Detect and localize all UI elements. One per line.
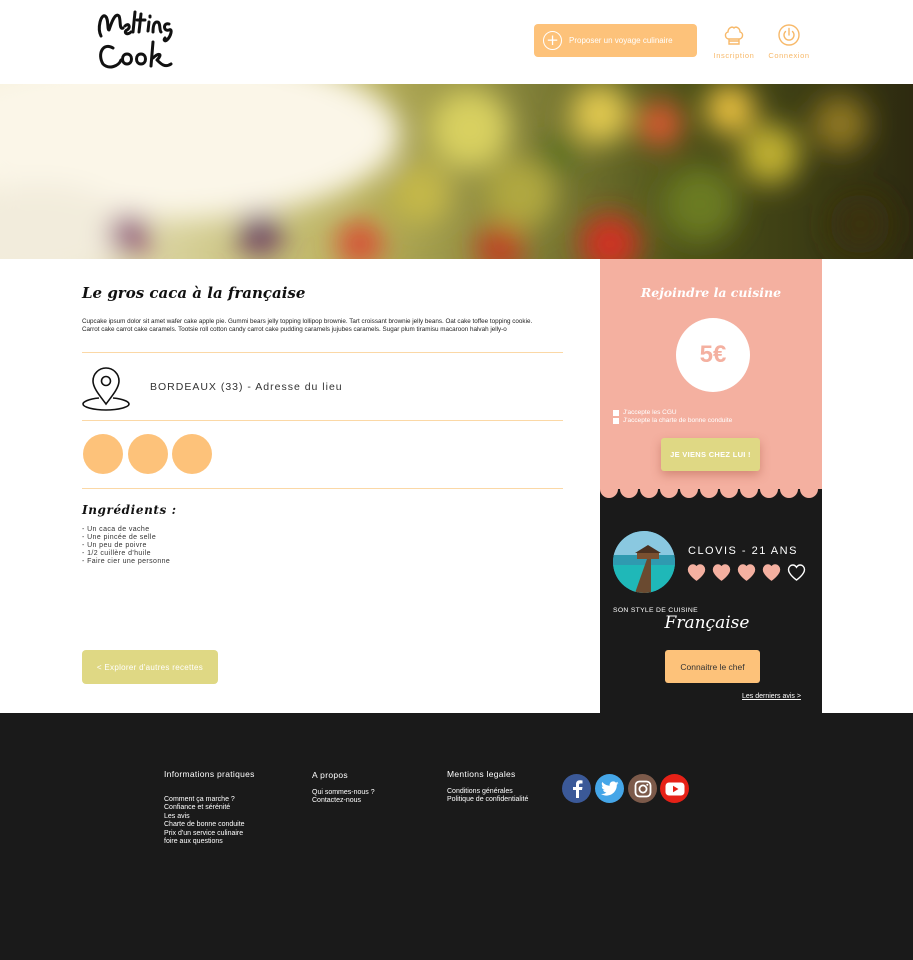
chef-hat-icon — [724, 26, 744, 45]
footer-about-column: A propos Qui sommes-nous ? Contactez-nou… — [312, 770, 375, 806]
divider — [82, 420, 563, 421]
propose-trip-label: Proposer un voyage culinaire — [569, 36, 673, 45]
divider — [82, 488, 563, 489]
footer-info-links: Comment ça marche ? Confiance et sérénit… — [164, 796, 255, 846]
footer-link[interactable]: Qui sommes-nous ? — [312, 789, 375, 797]
propose-trip-button[interactable]: + Proposer un voyage culinaire — [534, 24, 697, 57]
heart-filled-icon — [737, 564, 756, 581]
checkbox-box[interactable] — [613, 409, 619, 416]
cgu-label: J'accepte les CGU — [623, 409, 677, 416]
recipe-description: Cupcake ipsum dolor sit amet wafer cake … — [82, 318, 533, 333]
ingredient-item: - 1/2 cuillère d'huile — [82, 550, 151, 557]
footer-link[interactable]: Comment ça marche ? — [164, 796, 255, 804]
footer-about-heading: A propos — [312, 770, 348, 780]
connexion-link[interactable]: Connexion — [759, 23, 819, 60]
connexion-label: Connexion — [768, 51, 810, 60]
twitter-icon[interactable] — [595, 774, 624, 803]
photo-placeholder[interactable] — [128, 434, 168, 474]
checkbox-box[interactable] — [613, 417, 619, 424]
footer-info-column: Informations pratiques Comment ça marche… — [164, 769, 255, 846]
book-button[interactable]: JE VIENS CHEZ LUI ! — [661, 438, 760, 471]
footer-link[interactable]: Charte de bonne conduite — [164, 821, 255, 829]
ingredient-item: - Une pincée de selle — [82, 534, 157, 541]
power-icon — [778, 24, 800, 46]
facebook-icon[interactable] — [562, 774, 591, 803]
scallop-edge — [600, 485, 822, 499]
heart-filled-icon — [762, 564, 781, 581]
inscription-label: Inscription — [713, 51, 755, 60]
charter-label: J'accepte la charte de bonne conduite — [623, 417, 733, 424]
footer-link[interactable]: Conditions générales — [447, 788, 528, 796]
location-text: BORDEAUX (33) - Adresse du lieu — [150, 381, 343, 393]
charter-checkbox[interactable]: J'accepte la charte de bonne conduite — [613, 417, 732, 424]
rating-hearts — [687, 564, 812, 581]
instagram-icon[interactable] — [628, 774, 657, 803]
hero-banner — [0, 84, 913, 259]
location-pin-icon — [82, 366, 130, 417]
inscription-link[interactable]: Inscription — [704, 23, 764, 60]
ingredient-item: - Un peu de poivre — [82, 542, 147, 549]
footer-legal-links: Conditions générales Politique de confid… — [447, 788, 528, 805]
recipe-title: Le gros caca à la française — [82, 284, 306, 302]
plus-icon: + — [543, 31, 562, 50]
cgu-checkbox[interactable]: J'accepte les CGU — [613, 409, 677, 416]
footer-link[interactable]: Prix d'un service culinaire — [164, 830, 255, 838]
ingredient-item: - Un caca de vache — [82, 526, 150, 533]
booking-title: Rejoindre la cuisine — [640, 285, 782, 300]
heart-empty-icon — [787, 564, 806, 581]
price-badge: 5€ — [676, 318, 750, 392]
footer-link[interactable]: Confiance et sérénité — [164, 804, 255, 812]
footer-link[interactable]: Politique de confidentialité — [447, 796, 528, 804]
chef-avatar[interactable] — [613, 531, 675, 593]
chef-name: CLOVIS - 21 ANS — [688, 545, 798, 557]
footer-legal-column: Mentions legales Conditions générales Po… — [447, 769, 528, 805]
ingredient-item: - Faire cier une personne — [82, 558, 171, 565]
explore-recipes-button[interactable]: < Explorer d'autres recettes — [82, 650, 218, 684]
youtube-icon[interactable] — [660, 774, 689, 803]
photo-placeholder[interactable] — [172, 434, 212, 474]
footer-legal-heading: Mentions legales — [447, 769, 516, 779]
photo-placeholder[interactable] — [83, 434, 123, 474]
footer-link[interactable]: Contactez-nous — [312, 797, 375, 805]
footer-link[interactable]: foire aux questions — [164, 838, 255, 846]
heart-filled-icon — [687, 564, 706, 581]
footer-about-links: Qui sommes-nous ? Contactez-nous — [312, 789, 375, 806]
site-footer — [0, 713, 913, 960]
ingredients-title: Ingrédients : — [82, 503, 177, 517]
footer-link[interactable]: Les avis — [164, 813, 255, 821]
site-header: + Proposer un voyage culinaire Inscripti… — [0, 0, 913, 84]
cooking-style-value: Française — [664, 613, 750, 633]
latest-reviews-link[interactable]: Les derniers avis > — [742, 693, 801, 700]
divider — [82, 352, 563, 353]
site-logo[interactable] — [93, 6, 191, 74]
heart-filled-icon — [712, 564, 731, 581]
footer-info-heading: Informations pratiques — [164, 769, 255, 779]
meet-chef-button[interactable]: Connaitre le chef — [665, 650, 760, 683]
ingredients-list: - Un caca de vache - Une pincée de selle… — [82, 526, 170, 566]
